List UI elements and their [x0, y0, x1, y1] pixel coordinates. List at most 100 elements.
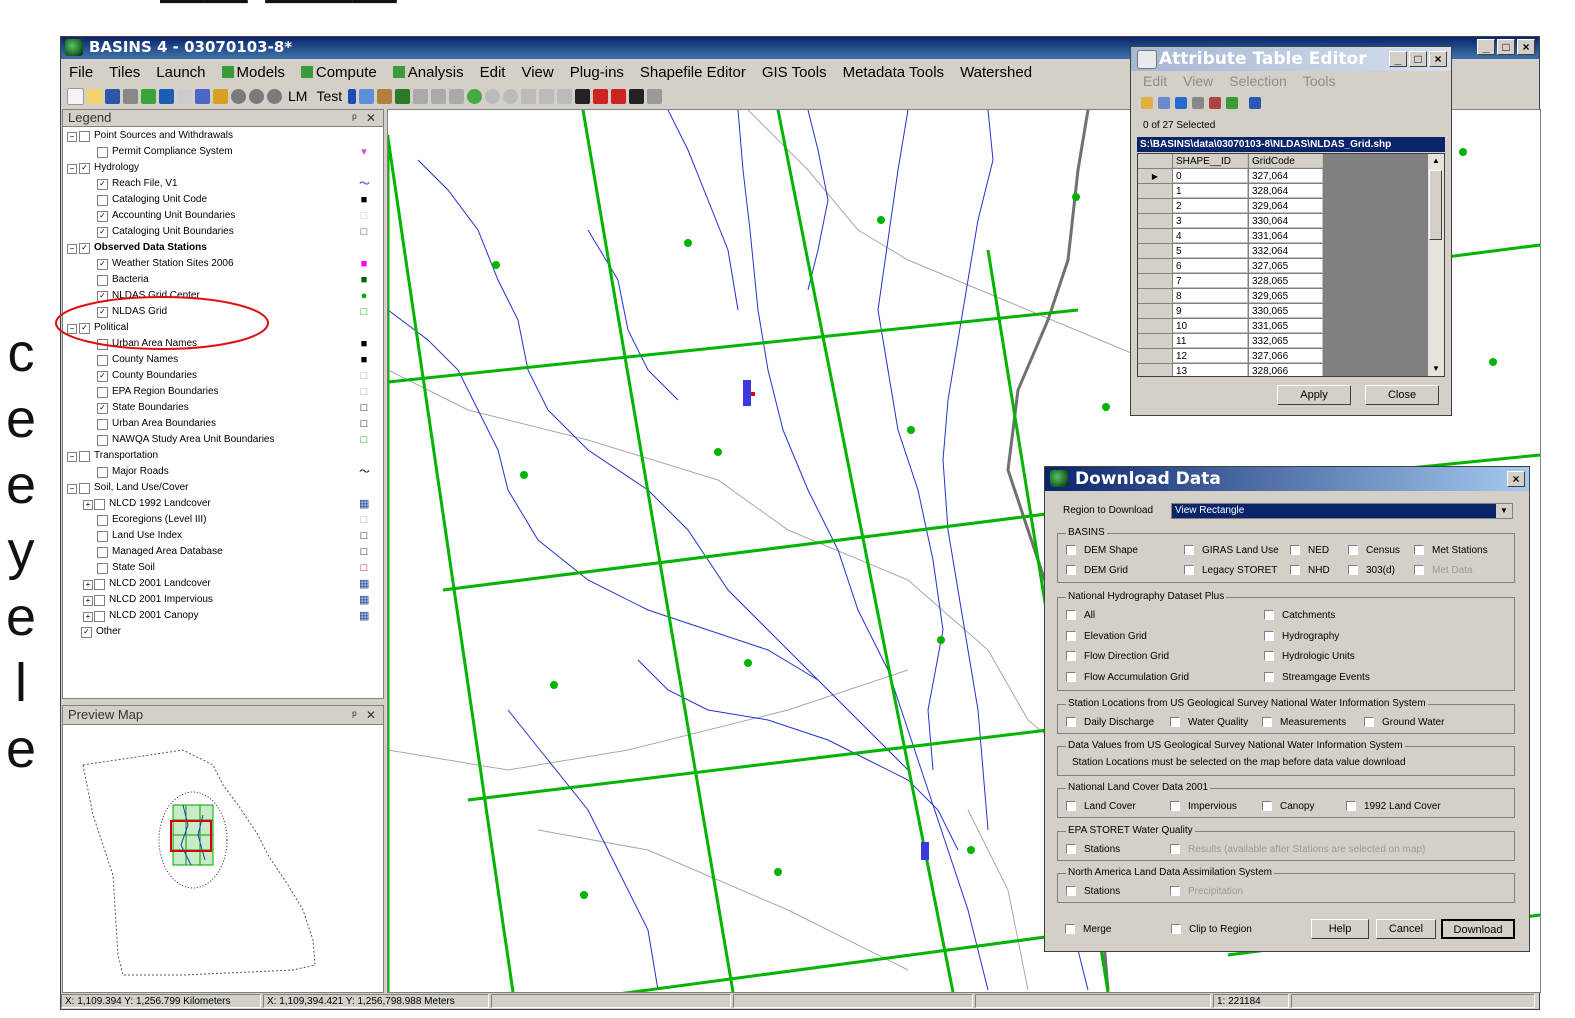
download-checkbox[interactable]: All [1066, 610, 1095, 622]
table-cell[interactable]: 7 [1173, 274, 1248, 288]
download-checkbox[interactable]: Water Quality [1170, 717, 1248, 729]
download-checkbox[interactable]: Results (available after Stations are se… [1170, 844, 1425, 856]
rotate-icon[interactable] [539, 88, 555, 104]
region-select[interactable]: View Rectangle ▼ [1171, 503, 1513, 519]
legend-checkbox[interactable] [94, 595, 105, 606]
row-selector[interactable] [1138, 289, 1173, 304]
table-row[interactable]: 3 330,064 [1138, 214, 1438, 229]
download-checkbox[interactable]: Legacy STORET [1184, 565, 1277, 577]
legend-checkbox[interactable] [97, 355, 108, 366]
download-checkbox[interactable]: Census [1348, 545, 1400, 557]
table-cell[interactable]: 328,066 [1249, 364, 1323, 376]
table-cell[interactable]: 327,065 [1249, 259, 1323, 273]
legend-row[interactable]: State Soil □ [63, 560, 381, 576]
legend-row[interactable]: Cataloging Unit Code ■ [63, 192, 381, 208]
table-row[interactable]: 9 330,065 [1138, 304, 1438, 319]
open-folder-icon[interactable] [87, 88, 102, 104]
table-cell[interactable]: 329,064 [1249, 199, 1323, 213]
table-cell[interactable]: 9 [1173, 304, 1248, 318]
legend-checkbox[interactable] [97, 387, 108, 398]
attr-calc-icon[interactable] [1192, 97, 1204, 109]
chevron-down-icon[interactable]: ▼ [1496, 504, 1512, 518]
close-button[interactable]: × [1517, 39, 1535, 55]
checkbox-box[interactable] [1066, 886, 1076, 896]
download-checkbox[interactable]: GIRAS Land Use [1184, 545, 1279, 557]
checkbox-box[interactable] [1184, 565, 1194, 575]
table-cell[interactable]: 0 [1173, 169, 1248, 183]
download-checkbox[interactable]: Hydrologic Units [1264, 651, 1355, 663]
menu-metadata-tools[interactable]: Metadata Tools [835, 64, 952, 81]
scroll-thumb[interactable] [1429, 170, 1442, 240]
download-checkbox[interactable]: NED [1290, 545, 1329, 557]
info-icon[interactable] [348, 88, 357, 104]
legend-row[interactable]: NAWQA Study Area Unit Boundaries □ [63, 432, 381, 448]
legend-checkbox[interactable]: ✓ [97, 227, 108, 238]
legend-checkbox[interactable] [97, 563, 108, 574]
table-row[interactable]: 10 331,065 [1138, 319, 1438, 334]
attr-dialog-close-button[interactable]: Close [1365, 385, 1439, 405]
download-checkbox[interactable]: Stations [1066, 844, 1120, 856]
row-selector[interactable] [1138, 229, 1173, 244]
menu-watershed[interactable]: Watershed [952, 64, 1040, 81]
legend-checkbox[interactable] [97, 531, 108, 542]
table-cell[interactable]: 330,065 [1249, 304, 1323, 318]
legend-checkbox[interactable] [97, 467, 108, 478]
checkbox-box[interactable] [1170, 886, 1180, 896]
row-selector[interactable] [1138, 364, 1173, 376]
legend-row[interactable]: − Point Sources and Withdrawals [63, 128, 381, 144]
collapse-icon[interactable]: − [67, 132, 77, 142]
add-vertex-icon[interactable] [593, 88, 609, 104]
download-close-x-button[interactable]: × [1507, 471, 1525, 487]
row-selector[interactable] [1138, 244, 1173, 259]
legend-row[interactable]: Bacteria ■ [63, 272, 381, 288]
download-checkbox[interactable]: Daily Discharge [1066, 717, 1154, 729]
legend-row[interactable]: ✓ Reach File, V1 ～ [63, 176, 381, 192]
new-file-icon[interactable] [67, 87, 84, 105]
remove-vertex-icon[interactable] [611, 88, 627, 104]
table-row[interactable]: 4 331,064 [1138, 229, 1438, 244]
download-checkbox[interactable]: Flow Direction Grid [1066, 651, 1169, 663]
zoom-extent-icon[interactable] [267, 88, 282, 104]
legend-checkbox[interactable] [94, 499, 105, 510]
legend-row[interactable]: − Transportation [63, 448, 381, 464]
download-checkbox[interactable]: NHD [1290, 565, 1330, 577]
attr-query-icon[interactable] [1158, 97, 1170, 109]
download-checkbox[interactable]: Elevation Grid [1066, 630, 1147, 643]
attr-find-icon[interactable] [1141, 97, 1153, 109]
legend-checkbox[interactable]: ✓ [81, 627, 92, 638]
legend-row[interactable]: − Soil, Land Use/Cover [63, 480, 381, 496]
collapse-icon[interactable]: − [67, 452, 77, 462]
point-tool-icon[interactable] [467, 88, 483, 104]
row-selector[interactable] [1138, 304, 1173, 319]
table-row[interactable]: 8 329,065 [1138, 289, 1438, 304]
table-cell[interactable]: 332,065 [1249, 334, 1323, 348]
menu-edit[interactable]: Edit [472, 64, 514, 81]
legend-row[interactable]: − ✓ Hydrology [63, 160, 381, 176]
table-cell[interactable]: 331,065 [1249, 319, 1323, 333]
row-selector[interactable] [1138, 259, 1173, 274]
download-checkbox[interactable]: Stations [1066, 886, 1120, 898]
attr-sort-icon[interactable] [1175, 97, 1187, 109]
legend-row[interactable]: ✓ State Boundaries □ [63, 400, 381, 416]
legend-checkbox[interactable]: ✓ [97, 403, 108, 414]
merge-box[interactable] [1065, 924, 1075, 934]
row-selector[interactable] [1138, 349, 1173, 364]
download-checkbox[interactable]: Impervious [1170, 801, 1237, 813]
download-checkbox[interactable]: Ground Water [1364, 717, 1444, 729]
select-icon[interactable] [177, 88, 192, 104]
checkbox-box[interactable] [1066, 610, 1076, 620]
menu-analysis[interactable]: Analysis [385, 64, 472, 81]
row-selector[interactable] [1138, 199, 1173, 214]
download-checkbox[interactable]: Met Stations [1414, 545, 1488, 557]
dropdown-tool-icon[interactable] [647, 88, 663, 104]
table-cell[interactable]: 10 [1173, 319, 1248, 333]
preview-map[interactable] [63, 725, 381, 991]
paste-icon[interactable] [449, 88, 465, 104]
table-cell[interactable]: 2 [1173, 199, 1248, 213]
legend-checkbox[interactable] [97, 435, 108, 446]
checkbox-box[interactable] [1066, 717, 1076, 727]
scroll-up-icon[interactable]: ▲ [1428, 154, 1444, 168]
legend-row[interactable]: EPA Region Boundaries □ [63, 384, 381, 400]
checkbox-box[interactable] [1264, 651, 1274, 661]
checkbox-box[interactable] [1264, 610, 1274, 620]
